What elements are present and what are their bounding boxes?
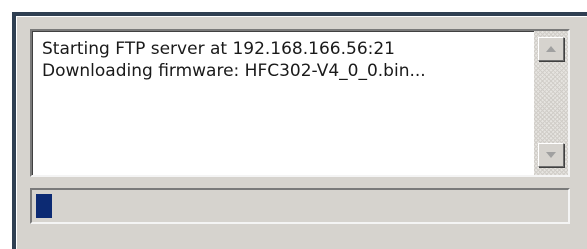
scroll-down-arrow-icon	[546, 152, 556, 158]
log-line-ftp-server: Starting FTP server at 192.168.166.56:21	[42, 39, 395, 59]
progress-fill	[36, 194, 52, 218]
log-line-downloading: Downloading firmware: HFC302-V4_0_0.bin.…	[42, 61, 426, 81]
scroll-up-button[interactable]	[538, 37, 564, 61]
scroll-up-arrow-icon	[546, 46, 556, 52]
log-textbox[interactable]: Starting FTP server at 192.168.166.56:21…	[30, 29, 570, 177]
vertical-scrollbar[interactable]	[534, 31, 568, 175]
progress-track	[34, 192, 566, 220]
scroll-down-button[interactable]	[538, 143, 564, 167]
log-text: Starting FTP server at 192.168.166.56:21…	[42, 38, 526, 82]
download-progress-bar	[30, 188, 570, 224]
dialog-window: Starting FTP server at 192.168.166.56:21…	[0, 0, 587, 249]
